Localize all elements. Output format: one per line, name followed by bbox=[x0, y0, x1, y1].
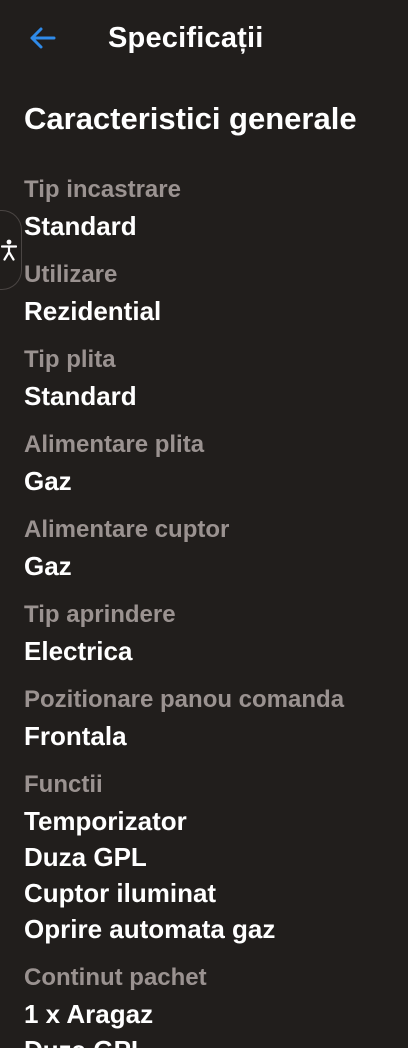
spec-values: Gaz bbox=[24, 548, 404, 584]
section-title: Caracteristici generale bbox=[24, 101, 357, 136]
spec-item: Tip plita Standard bbox=[24, 342, 404, 414]
spec-label: Pozitionare panou comanda bbox=[24, 686, 345, 713]
accessibility-button[interactable] bbox=[0, 210, 22, 290]
app-header: Specificații bbox=[0, 0, 408, 76]
spec-label: Alimentare cuptor bbox=[24, 516, 230, 543]
spec-values: Standard bbox=[24, 208, 404, 244]
spec-values: 1 x Aragaz Duza GPL bbox=[24, 996, 404, 1048]
spec-label: Tip incastrare bbox=[24, 176, 181, 203]
spec-label: Alimentare plita bbox=[24, 431, 205, 458]
spec-value: Standard bbox=[24, 381, 137, 411]
spec-value: Duza GPL bbox=[24, 1032, 404, 1048]
spec-item: Continut pachet 1 x Aragaz Duza GPL bbox=[24, 960, 404, 1048]
spec-value: Cuptor iluminat bbox=[24, 878, 217, 908]
spec-item: Pozitionare panou comanda Frontala bbox=[24, 682, 404, 754]
spec-values: Standard bbox=[24, 378, 404, 414]
spec-label: Tip aprindere bbox=[24, 601, 176, 628]
spec-item: Functii Temporizator Duza GPL Cuptor ilumin… bbox=[24, 767, 404, 947]
spec-label: Continut pachet bbox=[24, 964, 207, 991]
spec-value: Frontala bbox=[24, 721, 127, 751]
spec-value: Temporizator bbox=[24, 806, 187, 836]
spec-item: Alimentare cuptor Gaz bbox=[24, 512, 404, 584]
page-title: Specificații bbox=[108, 22, 264, 54]
spec-value: 1 x Aragaz bbox=[24, 999, 154, 1029]
accessibility-person-icon bbox=[1, 239, 17, 261]
spec-item: Tip aprindere Electrica bbox=[24, 597, 404, 669]
spec-label: Utilizare bbox=[24, 261, 118, 288]
spec-item: Utilizare Rezidential bbox=[24, 257, 404, 329]
spec-value: Oprire automata gaz bbox=[24, 914, 276, 944]
spec-value: Rezidential bbox=[24, 296, 162, 326]
arrow-left-icon bbox=[30, 27, 56, 49]
spec-values: Rezidential bbox=[24, 293, 404, 329]
spec-value: Duza GPL bbox=[24, 842, 147, 872]
spec-label: Functii bbox=[24, 771, 103, 798]
spec-values: Temporizator Duza GPL Cuptor iluminat Oprir… bbox=[24, 803, 404, 947]
spec-value: Electrica bbox=[24, 636, 133, 666]
spec-value: Gaz bbox=[24, 551, 72, 581]
spec-value: Standard bbox=[24, 211, 137, 241]
spec-value: Gaz bbox=[24, 466, 72, 496]
back-button[interactable] bbox=[22, 20, 62, 56]
spec-item: Alimentare plita Gaz bbox=[24, 427, 404, 499]
spec-list: Tip incastrare Standard Utilizare Rezidenti… bbox=[24, 172, 404, 1048]
spec-label: Tip plita bbox=[24, 346, 116, 373]
spec-values: Electrica bbox=[24, 633, 404, 669]
spec-item: Tip incastrare Standard bbox=[24, 172, 404, 244]
spec-values: Gaz bbox=[24, 463, 404, 499]
spec-values: Frontala bbox=[24, 718, 404, 754]
